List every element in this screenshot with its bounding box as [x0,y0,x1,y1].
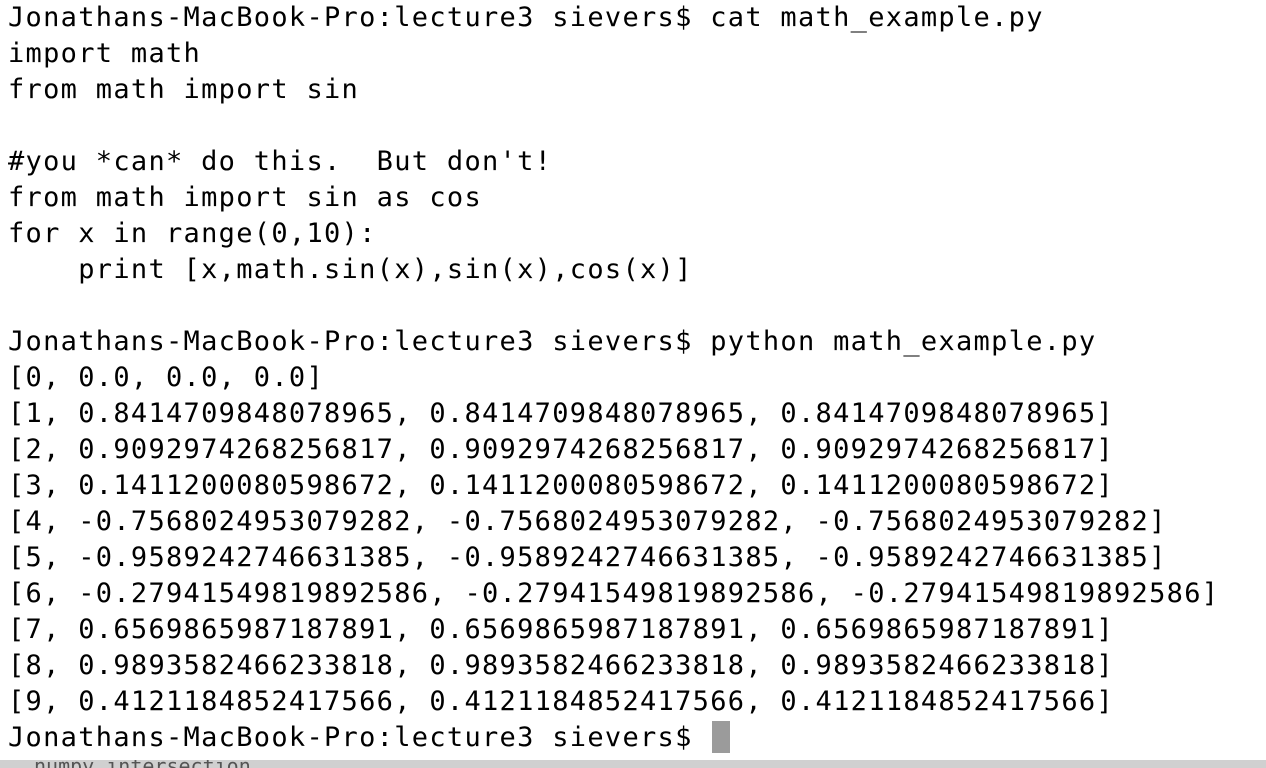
terminal-line: print [x,math.sin(x),sin(x),cos(x)] [8,254,693,285]
terminal-line: [5, -0.9589242746631385, -0.958924274663… [8,542,1167,573]
terminal-line: [3, 0.1411200080598672, 0.14112000805986… [8,470,1114,501]
terminal-line: Jonathans-MacBook-Pro:lecture3 sievers$ … [8,326,1097,357]
prompt-line[interactable]: Jonathans-MacBook-Pro:lecture3 sievers$ [8,720,1219,756]
terminal-line: import math [8,38,202,69]
terminal-line: for x in range(0,10): [8,218,377,249]
terminal-line: Jonathans-MacBook-Pro:lecture3 sievers$ … [8,2,1044,33]
terminal-line: #you *can* do this. But don't! [8,146,553,177]
terminal-line: [0, 0.0, 0.0, 0.0] [8,362,324,393]
terminal-line: [7, 0.6569865987187891, 0.65698659871878… [8,614,1114,645]
background-window-edge: numpy intersection [0,760,1266,768]
terminal-line: from math import sin as cos [8,182,482,213]
terminal-line: from math import sin [8,74,360,105]
terminal-line: [2, 0.9092974268256817, 0.90929742682568… [8,434,1114,465]
text-cursor [712,721,731,753]
terminal-line: [9, 0.4121184852417566, 0.41211848524175… [8,686,1114,717]
terminal-line: [1, 0.8414709848078965, 0.84147098480789… [8,398,1114,429]
terminal-line: [6, -0.27941549819892586, -0.27941549819… [8,578,1220,609]
shell-prompt: Jonathans-MacBook-Pro:lecture3 sievers$ [8,722,711,753]
terminal-line: [8, 0.9893582466233818, 0.98935824662338… [8,650,1114,681]
terminal-window[interactable]: Jonathans-MacBook-Pro:lecture3 sievers$ … [0,0,1266,760]
terminal-output: Jonathans-MacBook-Pro:lecture3 sievers$ … [8,0,1219,756]
terminal-line: [4, -0.7568024953079282, -0.756802495307… [8,506,1167,537]
background-window-text: numpy intersection [34,760,251,768]
